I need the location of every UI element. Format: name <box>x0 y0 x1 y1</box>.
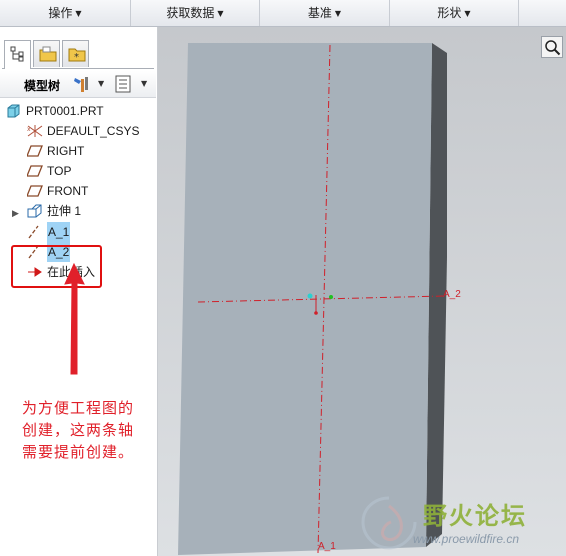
model-tree-header: 模型树 ▼ ▼ <box>0 71 156 98</box>
expand-arrow-icon[interactable]: ▶ <box>12 209 19 219</box>
watermark-title: 野火论坛 <box>423 502 527 530</box>
part-icon <box>7 104 20 118</box>
axis-label-a2: A_2 <box>443 289 461 300</box>
part-model[interactable] <box>158 27 566 556</box>
tab-model-tree[interactable] <box>4 40 31 69</box>
datum-plane-icon <box>27 165 43 177</box>
annotation-arrow <box>64 262 85 375</box>
csys-icon: x <box>27 125 43 137</box>
chevron-down-icon: ▼ <box>334 9 342 18</box>
model-tree-label: 模型树 <box>24 79 61 93</box>
navigator-tabs: * <box>2 40 154 69</box>
magnifier-icon <box>545 40 561 56</box>
origin-marker <box>329 295 333 299</box>
chevron-down-icon: ▼ <box>75 9 82 18</box>
favorites-icon: * <box>68 48 86 62</box>
menu-bar: 操作 ▼ 获取数据 ▼ 基准 ▼ 形状 ▼ <box>0 0 566 27</box>
annotation-text: 为方便工程图的 创建，这两条轴 需要提前创建。 <box>22 399 135 461</box>
chevron-down-icon[interactable]: ▼ <box>98 79 104 88</box>
axis-label-a1: A_1 <box>318 541 336 552</box>
graphics-viewport[interactable]: A_2 A_1 <box>158 27 566 556</box>
origin-marker <box>314 311 318 315</box>
origin-marker <box>307 293 313 299</box>
menu-get-data[interactable]: 获取数据 ▼ <box>131 0 260 26</box>
extrude-icon <box>27 204 42 218</box>
folder-icon <box>39 46 57 62</box>
chevron-down-icon: ▼ <box>217 9 224 18</box>
chevron-down-icon: ▼ <box>464 9 471 18</box>
menu-datum[interactable]: 基准 ▼ <box>260 0 390 26</box>
settings-tools-icon[interactable] <box>72 74 92 94</box>
menu-shapes[interactable]: 形状 ▼ <box>390 0 519 26</box>
watermark-url: www.proewildfire.cn <box>413 532 520 546</box>
datum-plane-icon <box>27 185 43 197</box>
part-front-face <box>178 43 432 555</box>
zoom-button[interactable] <box>541 36 563 58</box>
tab-folder-browser[interactable] <box>33 40 60 67</box>
menu-operations[interactable]: 操作 ▼ <box>0 0 131 26</box>
model-tree-icon <box>10 46 24 62</box>
chevron-down-icon[interactable]: ▼ <box>141 79 147 88</box>
tab-favorites[interactable]: * <box>62 40 89 67</box>
svg-text:*: * <box>74 52 79 62</box>
datum-plane-icon <box>27 145 43 157</box>
show-list-icon[interactable] <box>114 74 134 94</box>
datum-axis-icon <box>28 225 39 239</box>
svg-text:x: x <box>27 126 31 133</box>
watermark-logo <box>361 496 417 550</box>
watermark: 野火论坛 www.proewildfire.cn <box>355 488 566 556</box>
